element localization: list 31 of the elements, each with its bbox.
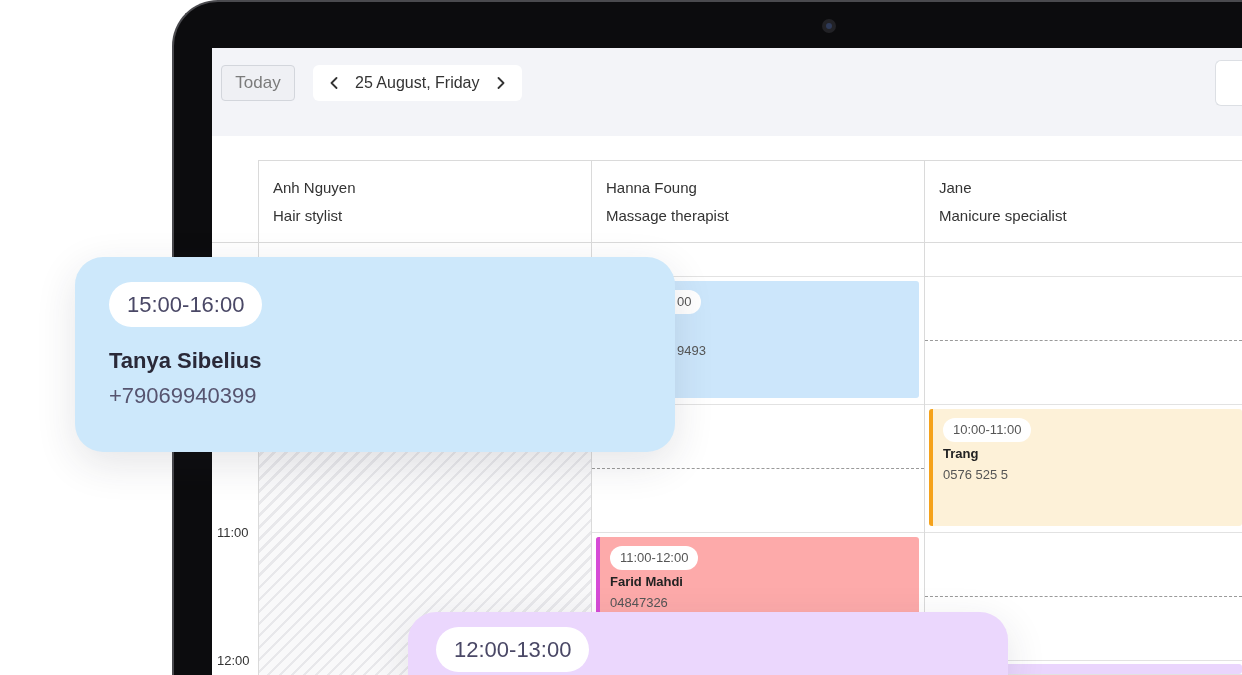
staff-name: Hanna Foung xyxy=(606,178,697,198)
chevron-left-icon xyxy=(330,77,338,89)
staff-role: Hair stylist xyxy=(273,206,343,226)
appointment-tooltip[interactable]: 12:00-13:00 xyxy=(408,612,1008,675)
chevron-right-icon xyxy=(496,77,505,89)
time-pill: 00 xyxy=(673,290,702,314)
time-pill: 15:00-16:00 xyxy=(109,282,263,327)
client-name: Trang xyxy=(943,445,979,463)
client-phone: 0576 525 5 xyxy=(943,467,1009,482)
camera-lens-icon xyxy=(822,19,836,33)
client-name: Tanya Sibelius xyxy=(109,348,262,374)
staff-role: Massage therapist xyxy=(606,206,729,226)
previous-day-button[interactable] xyxy=(330,77,338,89)
staff-role: Manicure specialist xyxy=(939,206,1067,226)
time-pill: 12:00-13:00 xyxy=(436,627,590,672)
time-label: 12:00 xyxy=(216,653,250,669)
staff-name: Anh Nguyen xyxy=(273,178,356,198)
appointment-block[interactable]: 10:00-11:00 Trang 0576 525 5 xyxy=(929,409,1242,526)
appointment-tooltip[interactable]: 15:00-16:00 Tanya Sibelius +79069940399 xyxy=(75,257,675,452)
date-navigator[interactable]: 25 August, Friday xyxy=(313,65,522,101)
time-label: 11:00 xyxy=(216,525,249,541)
time-pill: 10:00-11:00 xyxy=(943,418,1032,442)
date-label: 25 August, Friday xyxy=(355,74,480,92)
today-button[interactable]: Today xyxy=(221,65,295,101)
staff-name: Jane xyxy=(939,178,972,198)
client-phone: 9493 xyxy=(676,343,706,358)
client-phone: +79069940399 xyxy=(109,383,257,409)
time-pill: 11:00-12:00 xyxy=(610,546,699,570)
next-day-button[interactable] xyxy=(496,77,505,89)
client-phone: 04847326 xyxy=(610,595,668,610)
client-name: Farid Mahdi xyxy=(610,573,683,591)
